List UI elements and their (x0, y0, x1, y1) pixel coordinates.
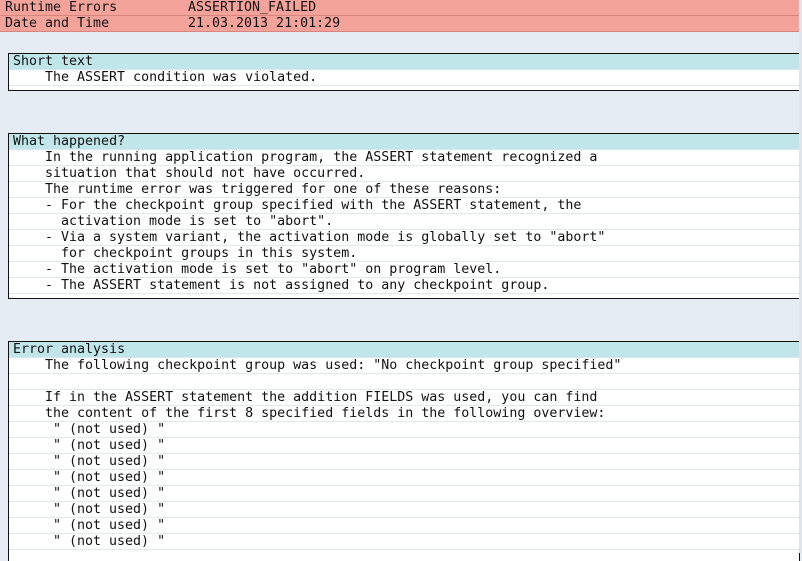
field-value-line: " (not used) " (9, 422, 799, 438)
section-title-what-happened: What happened? (9, 134, 799, 150)
section-title-error-analysis: Error analysis (9, 342, 799, 358)
what-happened-line: - The ASSERT statement is not assigned t… (9, 278, 799, 294)
section-title-short-text: Short text (9, 54, 799, 70)
what-happened-line: The runtime error was triggered for one … (9, 182, 799, 198)
what-happened-line: - The activation mode is set to "abort" … (9, 262, 799, 278)
what-happened-lines: In the running application program, the … (9, 150, 799, 294)
field-value-line: " (not used) " (9, 486, 799, 502)
header-row-runtime-errors: Runtime Errors ASSERTION_FAILED (0, 0, 802, 16)
field-value-line: " (not used) " (9, 438, 799, 454)
date-time-value: 21.03.2013 21:01:29 (188, 16, 341, 31)
field-value-line: " (not used) " (9, 470, 799, 486)
what-happened-line: - For the checkpoint group specified wit… (9, 198, 799, 214)
error-analysis-line: If in the ASSERT statement the addition … (9, 390, 799, 406)
field-value-line: " (not used) " (9, 502, 799, 518)
what-happened-line: for checkpoint groups in this system. (9, 246, 799, 262)
error-analysis-section: Error analysis The following checkpoint … (8, 341, 800, 561)
runtime-errors-value: ASSERTION_FAILED (188, 0, 317, 15)
field-value-line: " (not used) " (9, 534, 799, 550)
short-text-section: Short text The ASSERT condition was viol… (8, 53, 800, 91)
header-row-date-time: Date and Time 21.03.2013 21:01:29 (0, 16, 802, 32)
field-value-line: " (not used) " (9, 518, 799, 534)
what-happened-line: - Via a system variant, the activation m… (9, 230, 799, 246)
error-analysis-line: The following checkpoint group was used:… (9, 358, 799, 374)
what-happened-section: What happened? In the running applicatio… (8, 133, 800, 299)
what-happened-line: activation mode is set to "abort". (9, 214, 799, 230)
error-header: Runtime Errors ASSERTION_FAILED Date and… (0, 0, 802, 32)
error-analysis-line: the content of the first 8 specified fie… (9, 406, 799, 422)
error-analysis-line (9, 374, 799, 390)
field-value-line: " (not used) " (9, 454, 799, 470)
what-happened-line: In the running application program, the … (9, 150, 799, 166)
short-text-line: The ASSERT condition was violated. (9, 70, 799, 86)
date-time-label: Date and Time (5, 16, 110, 31)
error-analysis-lines: The following checkpoint group was used:… (9, 358, 799, 550)
what-happened-line: situation that should not have occurred. (9, 166, 799, 182)
runtime-errors-label: Runtime Errors (5, 0, 118, 15)
